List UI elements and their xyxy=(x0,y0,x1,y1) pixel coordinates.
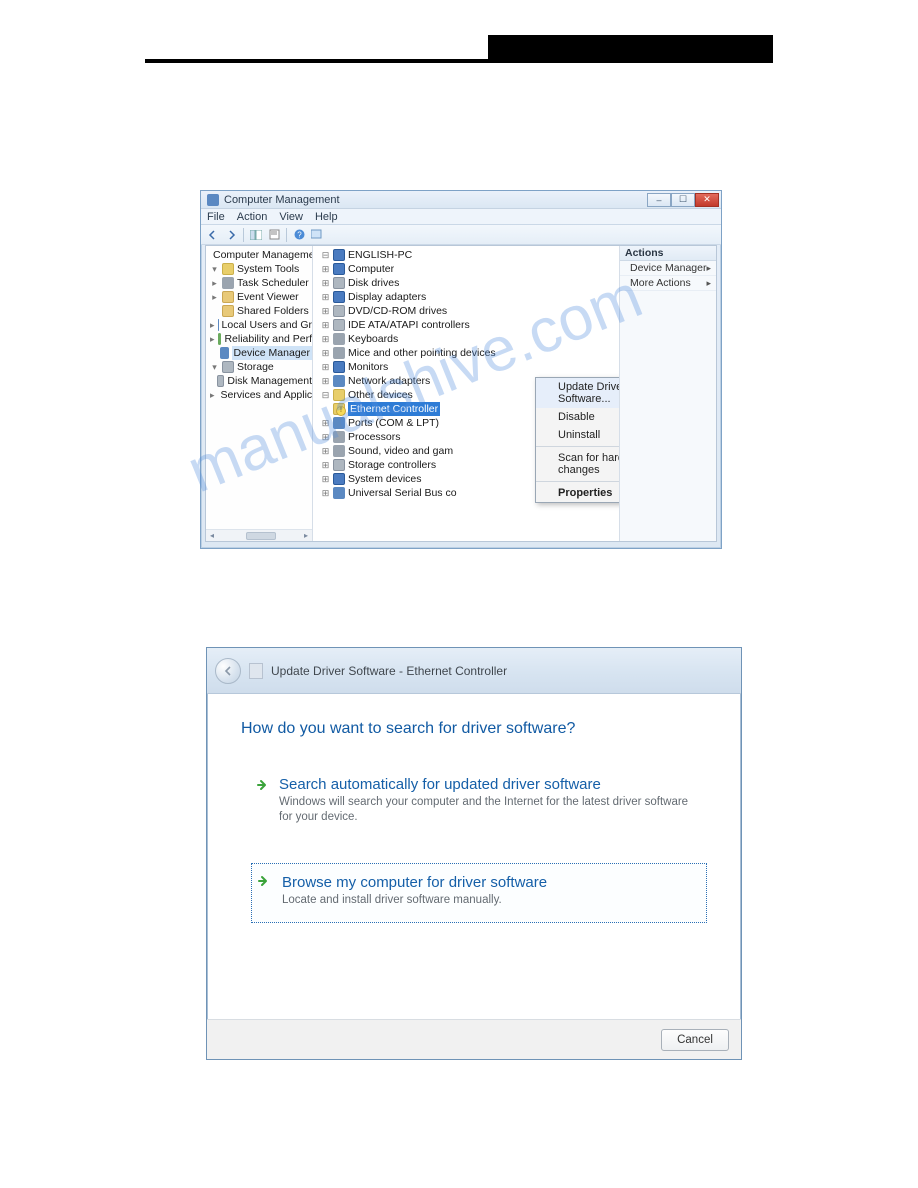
tree-item[interactable]: Shared Folders xyxy=(208,304,312,318)
actions-row[interactable]: More Actions▸ xyxy=(620,276,716,291)
option-browse-manual[interactable]: Browse my computer for driver software L… xyxy=(251,863,707,923)
menu-file[interactable]: File xyxy=(207,211,225,223)
actions-row[interactable]: Device Manager▸ xyxy=(620,261,716,276)
tree-item[interactable]: ▸Task Scheduler xyxy=(208,276,312,290)
device-category[interactable]: ⊞Disk drives xyxy=(319,276,619,290)
forward-icon[interactable] xyxy=(223,227,239,243)
tree-root[interactable]: Computer Management xyxy=(208,248,312,262)
arrow-right-icon xyxy=(256,874,270,888)
svg-text:?: ? xyxy=(297,231,302,240)
wizard-title: Update Driver Software - Ethernet Contro… xyxy=(271,664,507,678)
device-category[interactable]: ⊞DVD/CD-ROM drives xyxy=(319,304,619,318)
actions-pane: Actions Device Manager▸ More Actions▸ xyxy=(620,246,716,541)
option-desc: Locate and install driver software manua… xyxy=(282,893,692,908)
app-icon xyxy=(207,194,219,206)
option-desc: Windows will search your computer and th… xyxy=(279,795,695,825)
option-title: Browse my computer for driver software xyxy=(282,874,692,891)
warning-icon xyxy=(333,403,345,415)
refresh-icon[interactable] xyxy=(309,227,325,243)
update-driver-wizard: ✕ Update Driver Software - Ethernet Cont… xyxy=(206,647,742,1060)
window-title: Computer Management xyxy=(224,194,340,206)
back-icon[interactable] xyxy=(205,227,221,243)
tree-group[interactable]: ▾Storage xyxy=(208,360,312,374)
arrow-right-icon xyxy=(255,778,269,792)
tree-group[interactable]: ▾System Tools xyxy=(208,262,312,276)
device-category[interactable]: ⊞IDE ATA/ATAPI controllers xyxy=(319,318,619,332)
ctx-properties[interactable]: Properties xyxy=(536,484,620,502)
toolbar: ? xyxy=(201,225,721,245)
menu-view[interactable]: View xyxy=(279,211,303,223)
device-root[interactable]: ⊟ENGLISH-PC xyxy=(319,248,619,262)
ctx-update-driver[interactable]: Update Driver Software... xyxy=(536,378,620,408)
wizard-header: Update Driver Software - Ethernet Contro… xyxy=(207,648,741,694)
tree-group[interactable]: ▸Services and Applicat xyxy=(208,388,312,402)
ctx-disable[interactable]: Disable xyxy=(536,408,620,426)
maximize-button[interactable]: ☐ xyxy=(671,193,695,207)
menu-help[interactable]: Help xyxy=(315,211,338,223)
navigation-pane: Computer Management ▾System Tools ▸Task … xyxy=(206,246,313,541)
option-title: Search automatically for updated driver … xyxy=(279,776,695,793)
minimize-button[interactable]: – xyxy=(647,193,671,207)
option-search-auto[interactable]: Search automatically for updated driver … xyxy=(251,768,707,835)
window-buttons: – ☐ ✕ xyxy=(647,193,719,207)
menu-action[interactable]: Action xyxy=(237,211,268,223)
titlebar[interactable]: Computer Management – ☐ ✕ xyxy=(201,191,721,209)
computer-management-window: Computer Management – ☐ ✕ File Action Vi… xyxy=(200,190,722,549)
tree-item[interactable]: ▸Reliability and Perf xyxy=(208,332,312,346)
tree-item[interactable]: ▸Event Viewer xyxy=(208,290,312,304)
back-button[interactable] xyxy=(215,658,241,684)
device-category[interactable]: ⊞Computer xyxy=(319,262,619,276)
help-icon[interactable]: ? xyxy=(291,227,307,243)
wizard-question: How do you want to search for driver sof… xyxy=(241,720,707,738)
tree-item-selected[interactable]: Device Manager xyxy=(208,346,312,360)
page-header xyxy=(145,35,773,63)
device-category[interactable]: ⊞Mice and other pointing devices xyxy=(319,346,619,360)
arrow-left-icon xyxy=(222,665,234,677)
device-category[interactable]: ⊞Monitors xyxy=(319,360,619,374)
ctx-uninstall[interactable]: Uninstall xyxy=(536,426,620,444)
close-button[interactable]: ✕ xyxy=(695,193,719,207)
show-hide-icon[interactable] xyxy=(248,227,264,243)
context-menu: Update Driver Software... Disable Uninst… xyxy=(535,377,620,503)
wizard-icon xyxy=(249,663,263,679)
cancel-button[interactable]: Cancel xyxy=(661,1029,729,1051)
horizontal-scrollbar[interactable]: ◂▸ xyxy=(206,529,312,541)
device-category[interactable]: ⊞Keyboards xyxy=(319,332,619,346)
tree-item[interactable]: Disk Management xyxy=(208,374,312,388)
wizard-footer: Cancel xyxy=(207,1019,741,1059)
properties-icon[interactable] xyxy=(266,227,282,243)
tree-item[interactable]: ▸Local Users and Gr xyxy=(208,318,312,332)
device-tree-pane: ⊟ENGLISH-PC ⊞Computer ⊞Disk drives ⊞Disp… xyxy=(313,246,620,541)
menubar: File Action View Help xyxy=(201,209,721,225)
ctx-scan[interactable]: Scan for hardware changes xyxy=(536,449,620,479)
device-category[interactable]: ⊞Display adapters xyxy=(319,290,619,304)
actions-header: Actions xyxy=(620,246,716,261)
